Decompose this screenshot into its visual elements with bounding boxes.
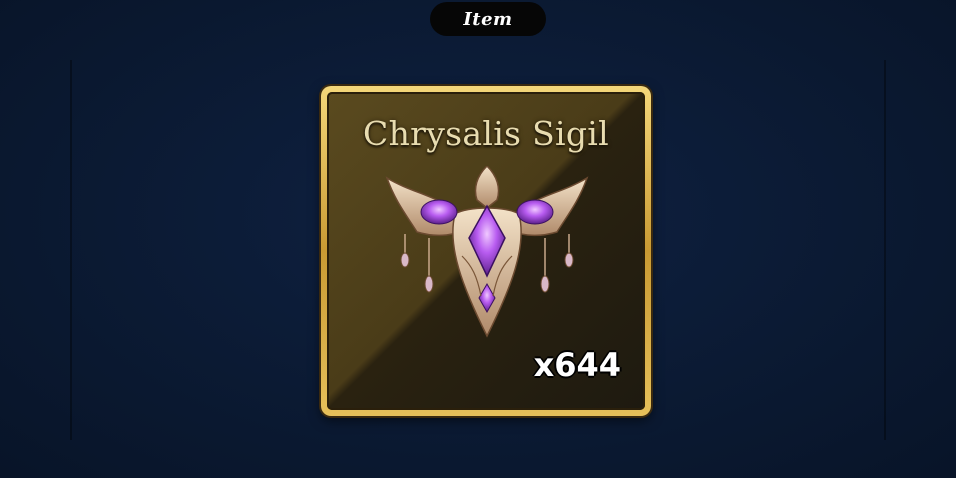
background-frame-right [884,60,886,440]
item-quantity: x644 [533,346,621,384]
background-frame-left [70,60,72,440]
chrysalis-sigil-icon [385,166,589,338]
item-card-inner: Chrysalis Sigil x644 [327,92,645,410]
item-card[interactable]: Chrysalis Sigil x644 [321,86,651,416]
item-header-pill: Item [430,2,546,36]
item-reveal-screen: Item Chrysalis Sigil x644 [0,0,956,478]
item-header-label: Item [463,8,513,30]
item-name: Chrysalis Sigil [363,114,609,153]
